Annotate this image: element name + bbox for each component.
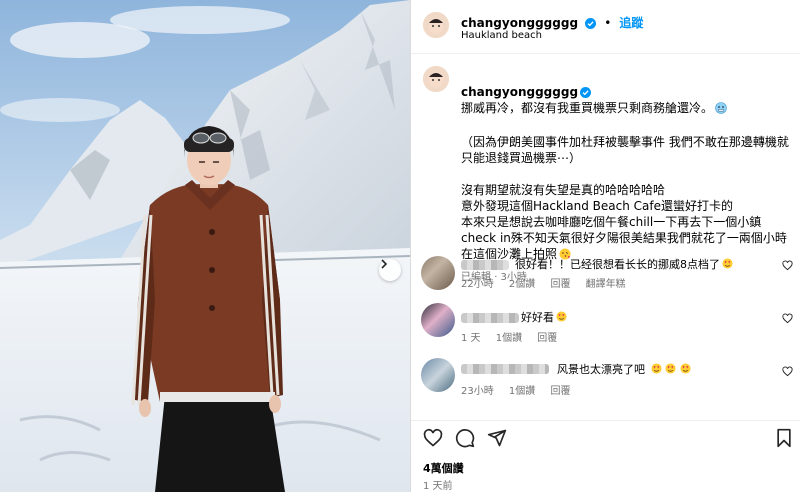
actions-divider xyxy=(411,420,800,421)
post-actions xyxy=(423,428,793,452)
post-panel: changyongggggg • 追蹤 Haukland beach chang… xyxy=(410,0,800,492)
comment-item: 很好看！！已经很想看长长的挪威8点档了 22小時 2個讚 回覆 翻譯年糕 xyxy=(421,256,800,296)
comment-like-heart-icon[interactable] xyxy=(782,260,793,271)
location-link[interactable]: Haukland beach xyxy=(461,30,542,41)
share-icon[interactable] xyxy=(487,428,507,448)
heart-eyes-emoji xyxy=(556,311,567,322)
heart-eyes-emoji xyxy=(679,363,691,374)
comment-likes[interactable]: 1個讚 xyxy=(496,333,522,344)
heart-eyes-emoji xyxy=(722,258,733,269)
comment-icon[interactable] xyxy=(455,428,475,448)
snowy-mountain-photo xyxy=(0,0,410,492)
post-time: 1 天前 xyxy=(423,481,453,492)
comment-time: 23小時 xyxy=(461,386,494,397)
comment-item: 风景也太漂亮了吧 23小時 1個讚 回覆 xyxy=(421,358,800,398)
post-caption: changyongggggg 挪威再冷，都沒有我重買機票只剩商務艙還冷。 （因為… xyxy=(461,68,791,286)
bookmark-icon[interactable] xyxy=(775,428,793,448)
comment-likes[interactable]: 2個讚 xyxy=(509,279,535,290)
commenter-avatar[interactable] xyxy=(421,358,455,392)
comment-time: 22小時 xyxy=(461,279,494,290)
caption-body: （因為伊朗美國事件加杜拜被襲擊事件 我們不敢在那邊轉機就只能退錢買過機票⋯） 沒… xyxy=(461,135,789,261)
caption-username[interactable]: changyongggggg xyxy=(461,85,578,99)
comment-meta: 22小時 2個讚 回覆 翻譯年糕 xyxy=(461,275,638,290)
heart-eyes-emoji xyxy=(650,363,662,374)
comment-item: 好好看 1 天 1個讚 回覆 xyxy=(421,303,800,344)
comment-text: 风景也太漂亮了吧 xyxy=(557,361,691,377)
chevron-right-icon xyxy=(381,259,388,269)
follow-button[interactable]: 追蹤 xyxy=(619,16,643,30)
commenter-avatar[interactable] xyxy=(421,303,455,337)
verified-badge-icon xyxy=(580,87,592,98)
separator-dot: • xyxy=(604,16,612,30)
heart-eyes-emoji xyxy=(665,363,676,374)
likes-count[interactable]: 4萬個讚 xyxy=(423,460,464,476)
commenter-username-blurred[interactable] xyxy=(461,260,509,270)
comment-time: 1 天 xyxy=(461,333,481,344)
caption-avatar[interactable] xyxy=(423,66,449,92)
comment-meta: 1 天 1個讚 回覆 xyxy=(461,329,569,344)
comment-likes[interactable]: 1個讚 xyxy=(509,386,535,397)
author-avatar[interactable] xyxy=(423,12,449,38)
verified-badge-icon xyxy=(585,18,597,29)
commenter-avatar[interactable] xyxy=(421,256,455,290)
commenter-username-blurred[interactable] xyxy=(461,364,549,374)
next-photo-button[interactable] xyxy=(379,259,401,281)
reply-button[interactable]: 回覆 xyxy=(537,333,557,344)
comment-like-heart-icon[interactable] xyxy=(782,313,793,324)
reply-button[interactable]: 回覆 xyxy=(550,279,570,290)
commenter-username-blurred[interactable] xyxy=(461,313,519,323)
heart-icon[interactable] xyxy=(423,428,443,448)
translate-button[interactable]: 翻譯年糕 xyxy=(586,279,626,290)
comment-text: 好好看 xyxy=(521,309,567,325)
post-photo xyxy=(0,0,410,492)
post-header: changyongggggg • 追蹤 Haukland beach xyxy=(411,0,800,54)
cold-face-emoji xyxy=(715,102,727,114)
caption-title: 挪威再冷，都沒有我重買機票只剩商務艙還冷。 xyxy=(461,101,714,115)
author-username[interactable]: changyongggggg xyxy=(461,16,578,30)
comment-like-heart-icon[interactable] xyxy=(782,366,793,377)
comment-meta: 23小時 1個讚 回覆 xyxy=(461,382,582,397)
comment-text: 很好看！！已经很想看长长的挪威8点档了 xyxy=(515,256,733,272)
reply-button[interactable]: 回覆 xyxy=(550,386,570,397)
